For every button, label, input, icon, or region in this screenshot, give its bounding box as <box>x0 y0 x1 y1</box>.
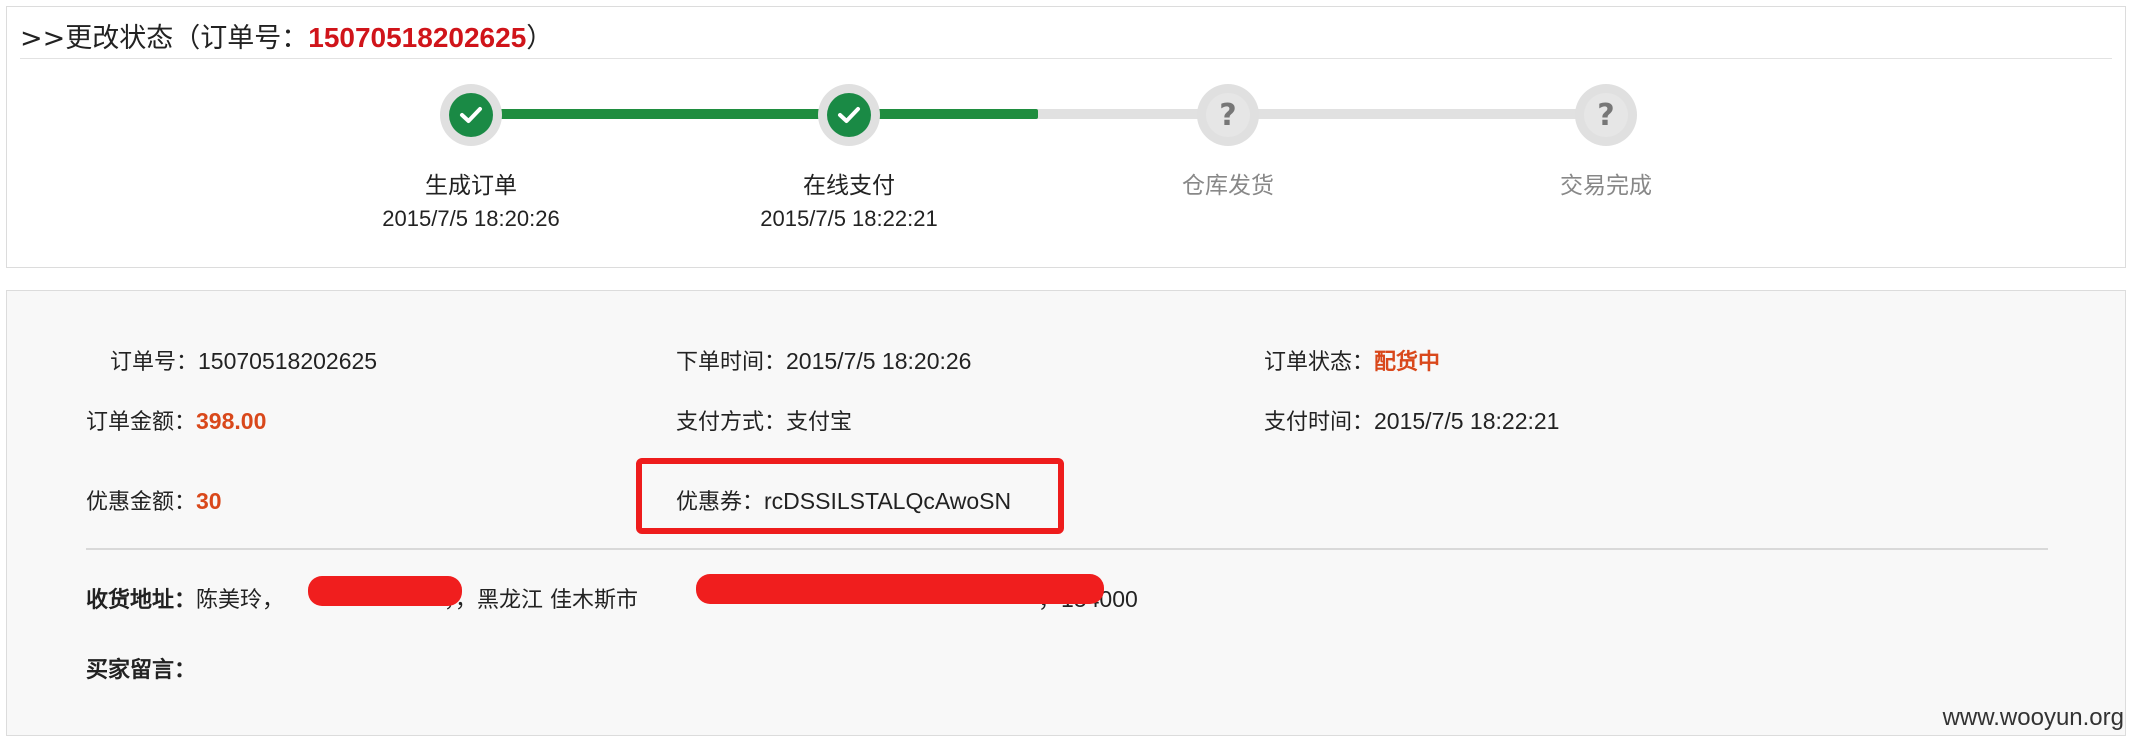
payment-method-value: 支付宝 <box>786 410 853 435</box>
title-suffix: ） <box>526 23 554 54</box>
order-number-field: 订单号：15070518202625 <box>110 344 377 376</box>
redaction-mark <box>308 576 462 606</box>
order-number-value: 15070518202625 <box>198 348 378 374</box>
payment-method-field: 支付方式：支付宝 <box>676 404 852 436</box>
watermark-text: www.wooyun.org <box>1942 704 2124 731</box>
coupon-label: 优惠券： <box>676 490 765 515</box>
address-region: ，，黑龙江 佳木斯市 <box>444 588 639 613</box>
check-icon <box>449 93 493 137</box>
coupon-field: 优惠券：rcDSSILSTALQcAwoSN <box>676 484 1011 516</box>
step-node-warehouse-shipping: ? <box>1197 84 1259 146</box>
order-time-field: 下单时间：2015/7/5 18:20:26 <box>676 344 971 376</box>
order-time-value: 2015/7/5 18:20:26 <box>786 348 972 374</box>
order-status-value: 配货中 <box>1374 350 1441 375</box>
order-amount-value: 398.00 <box>196 408 267 434</box>
payment-method-label: 支付方式： <box>676 410 787 435</box>
order-amount-label: 订单金额： <box>86 410 197 435</box>
page-title: >>更改状态（订单号：15070518202625） <box>20 16 553 55</box>
payment-time-value: 2015/7/5 18:22:21 <box>1374 408 1560 434</box>
question-icon: ? <box>1584 93 1628 137</box>
payment-time-field: 支付时间：2015/7/5 18:22:21 <box>1264 404 1559 436</box>
progress-track-completed <box>468 109 1038 119</box>
order-amount-field: 订单金额：398.00 <box>86 404 266 436</box>
question-icon: ? <box>1206 93 1250 137</box>
step-label-transaction-complete: 交易完成 <box>1560 173 1652 199</box>
discount-amount-field: 优惠金额：30 <box>86 484 222 516</box>
redaction-mark <box>696 574 1104 604</box>
step-time-create-order: 2015/7/5 18:20:26 <box>382 206 560 231</box>
step-time-online-payment: 2015/7/5 18:22:21 <box>760 206 938 231</box>
order-status-field: 订单状态：配货中 <box>1264 344 1440 376</box>
order-status-label: 订单状态： <box>1264 350 1375 375</box>
address-recipient: 陈美玲， <box>196 588 285 613</box>
discount-amount-value: 30 <box>196 488 222 514</box>
step-label-create-order: 生成订单 <box>425 173 517 199</box>
step-node-transaction-complete: ? <box>1575 84 1637 146</box>
step-label-warehouse-shipping: 仓库发货 <box>1182 173 1274 199</box>
order-number-label: 订单号： <box>110 350 199 375</box>
detail-divider <box>86 548 2048 550</box>
buyer-message-field: 买家留言： <box>86 652 196 684</box>
step-label-online-payment: 在线支付 <box>803 173 895 199</box>
title-prefix: >>更改状态（订单号： <box>20 23 309 54</box>
title-divider <box>20 58 2112 59</box>
order-time-label: 下单时间： <box>676 350 787 375</box>
title-order-number: 15070518202625 <box>308 22 527 53</box>
step-node-online-payment <box>818 84 880 146</box>
discount-amount-label: 优惠金额： <box>86 490 197 515</box>
buyer-message-label: 买家留言： <box>86 658 197 683</box>
payment-time-label: 支付时间： <box>1264 410 1375 435</box>
coupon-value: rcDSSILSTALQcAwoSN <box>764 488 1012 514</box>
check-icon <box>827 93 871 137</box>
shipping-address-label: 收货地址： <box>86 588 197 613</box>
step-node-create-order <box>440 84 502 146</box>
